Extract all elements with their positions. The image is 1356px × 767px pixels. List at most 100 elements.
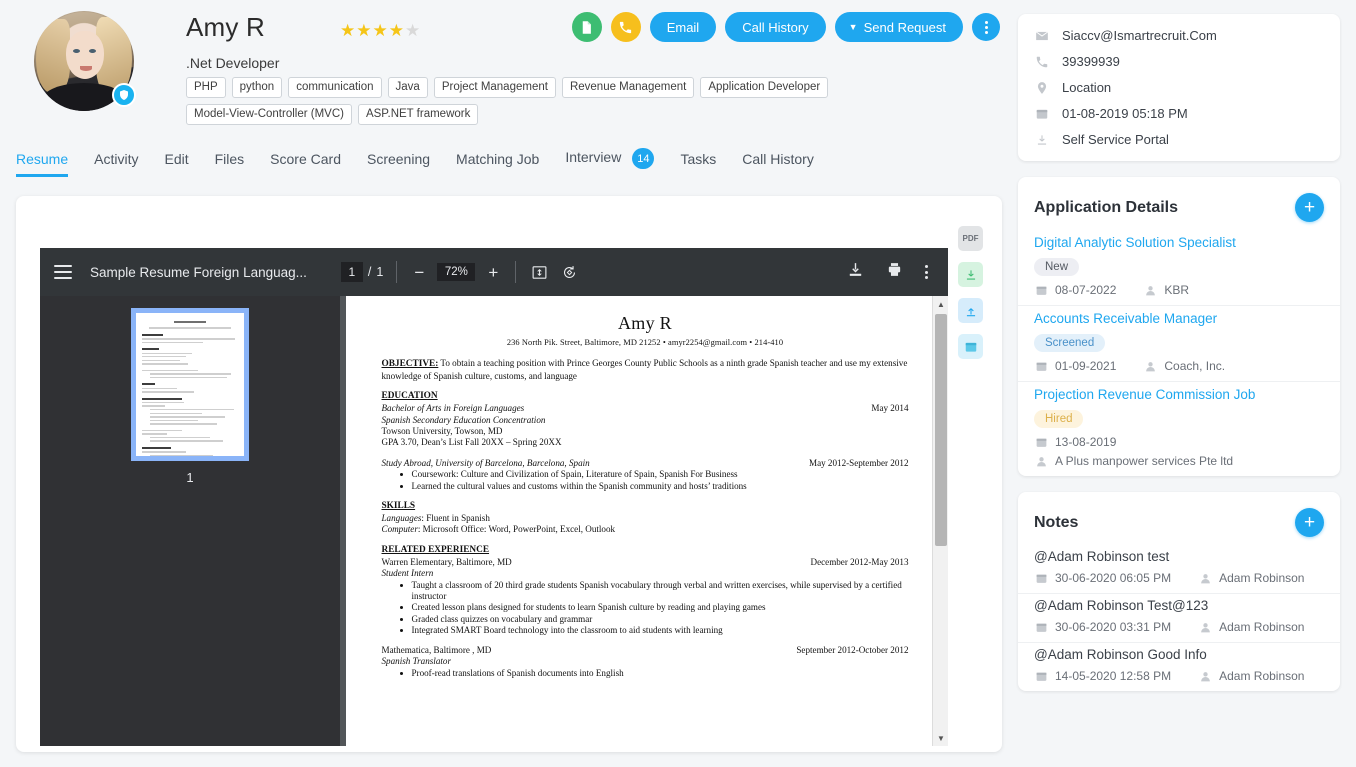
tab-resume[interactable]: Resume: [16, 151, 81, 177]
profile-header: Amy R ★ ★ ★ ★ ★ Email Call History ▼ Sen…: [0, 0, 1018, 142]
call-button[interactable]: [610, 12, 641, 42]
application-item: Accounts Receivable Manager Screened 01-…: [1018, 306, 1340, 382]
print-icon[interactable]: [886, 261, 903, 283]
contact-location-row[interactable]: Location: [1034, 80, 1324, 95]
skill-tag[interactable]: PHP: [186, 77, 226, 98]
status-badge: Screened: [1034, 334, 1106, 352]
note-item: @Adam Robinson Good Info 14-05-2020 12:5…: [1018, 643, 1340, 691]
exp1-org: Warren Elementary, Baltimore, MD: [381, 556, 512, 567]
fit-page-icon[interactable]: [529, 262, 549, 282]
download-icon[interactable]: [847, 261, 864, 283]
skill-tag[interactable]: Revenue Management: [561, 77, 695, 98]
send-request-button[interactable]: ▼ Send Request: [834, 12, 963, 42]
rating-stars[interactable]: ★ ★ ★ ★ ★: [340, 17, 420, 39]
tab-label: Screening: [366, 150, 431, 167]
scroll-up-icon[interactable]: ▲: [933, 296, 948, 312]
page-separator: /: [367, 265, 372, 279]
application-job-title[interactable]: Accounts Receivable Manager: [1034, 311, 1324, 326]
tab-tasks[interactable]: Tasks: [667, 151, 729, 177]
skill-tag[interactable]: Application Developer: [700, 77, 829, 98]
tab-files[interactable]: Files: [202, 151, 258, 177]
application-job-title[interactable]: Digital Analytic Solution Specialist: [1034, 235, 1324, 250]
pdf-viewer: Sample Resume Foreign Languag... / 1 − 7…: [40, 248, 948, 746]
upload-icon[interactable]: [958, 298, 983, 323]
add-note-button[interactable]: +: [1295, 508, 1324, 537]
note-meta: 30-06-2020 03:31 PM Adam Robinson: [1034, 620, 1324, 634]
application-job-title[interactable]: Projection Revenue Commission Job: [1034, 387, 1324, 402]
application-company-row: A Plus manpower services Pte ltd: [1034, 454, 1324, 468]
self-service-portal-label: Self Service Portal: [1062, 132, 1169, 147]
note-date: 14-05-2020 12:58 PM: [1055, 669, 1172, 683]
contact-email-row[interactable]: Siaccv@Ismartrecruit.Com: [1034, 28, 1324, 43]
zoom-level-value[interactable]: 72%: [437, 263, 476, 281]
pdf-vertical-scrollbar[interactable]: ▲ ▼: [932, 296, 948, 746]
star-2[interactable]: ★: [356, 22, 371, 39]
pdf-export-icon[interactable]: PDF: [958, 226, 983, 251]
contact-phone-row[interactable]: 39399939: [1034, 54, 1324, 69]
application-meta: 01-09-2021 Coach, Inc.: [1034, 359, 1324, 373]
tab-label: Call History: [742, 150, 814, 167]
tab-score-card[interactable]: Score Card: [257, 151, 354, 177]
pdf-page-scroll-area[interactable]: Amy R 236 North Pik. Street, Baltimore, …: [340, 296, 948, 746]
view-resume-button[interactable]: [571, 12, 602, 42]
application-date: 13-08-2019: [1055, 435, 1117, 449]
tab-edit[interactable]: Edit: [151, 151, 201, 177]
skill-tag[interactable]: Model-View-Controller (MVC): [186, 104, 352, 125]
email-button[interactable]: Email: [649, 12, 717, 42]
resume-skills: SKILLS Languages: Fluent in Spanish Comp…: [382, 501, 909, 536]
add-application-button[interactable]: +: [1295, 193, 1324, 222]
bullet: Coursework: Culture and Civilization of …: [412, 469, 909, 480]
calendar-icon: [1034, 283, 1048, 297]
note-meta: 14-05-2020 12:58 PM Adam Robinson: [1034, 669, 1324, 683]
note-item: @Adam Robinson test 30-06-2020 06:05 PM …: [1018, 545, 1340, 594]
pdf-export-label: PDF: [962, 234, 979, 243]
contact-email: Siaccv@Ismartrecruit.Com: [1062, 28, 1217, 43]
tab-matching-job[interactable]: Matching Job: [443, 151, 552, 177]
star-4[interactable]: ★: [389, 22, 404, 39]
page-navigation: / 1: [340, 262, 383, 282]
note-item: @Adam Robinson Test@123 30-06-2020 03:31…: [1018, 594, 1340, 643]
note-author: Adam Robinson: [1219, 620, 1305, 634]
notes-title: Notes: [1034, 513, 1079, 531]
skill-tag[interactable]: ASP.NET framework: [357, 104, 479, 125]
sidebar-toggle-icon[interactable]: [54, 265, 72, 279]
tab-call-history[interactable]: Call History: [729, 151, 827, 177]
self-service-portal-row[interactable]: Self Service Portal: [1034, 132, 1324, 147]
tab-label: Resume: [16, 150, 69, 167]
contact-card: Siaccv@Ismartrecruit.Com 39399939 Locati…: [1018, 14, 1340, 161]
pdf-more-options-icon[interactable]: [925, 265, 928, 279]
thumbnail-page-number: 1: [186, 470, 194, 485]
bullet: Created lesson plans designed for studen…: [412, 602, 909, 613]
pdf-page-thumbnail[interactable]: [131, 308, 249, 461]
download-icon[interactable]: [958, 262, 983, 287]
scroll-down-icon[interactable]: ▼: [933, 730, 948, 746]
rotate-icon[interactable]: [559, 262, 579, 282]
zoom-out-button[interactable]: −: [410, 263, 428, 281]
zoom-in-button[interactable]: +: [484, 263, 502, 281]
skill-tag[interactable]: communication: [288, 77, 382, 98]
star-3[interactable]: ★: [373, 22, 388, 39]
skill-tag[interactable]: Java: [387, 77, 428, 98]
status-badge: Hired: [1034, 410, 1084, 428]
star-5[interactable]: ★: [405, 22, 420, 39]
avatar[interactable]: [34, 11, 136, 111]
pdf-toolbar: Sample Resume Foreign Languag... / 1 − 7…: [40, 248, 948, 296]
tab-activity[interactable]: Activity: [81, 151, 151, 177]
tab-interview[interactable]: Interview 14: [552, 148, 667, 179]
candidate-job-title: .Net Developer: [186, 55, 280, 71]
skill-tag[interactable]: python: [231, 77, 283, 98]
more-options-icon[interactable]: [972, 13, 1000, 41]
skill-tag[interactable]: Project Management: [433, 77, 556, 98]
calendar-icon[interactable]: [958, 334, 983, 359]
page-number-input[interactable]: [340, 262, 363, 282]
calendar-icon: [1034, 359, 1048, 373]
exp1-role: Student Intern: [381, 568, 434, 579]
scrollbar-thumb[interactable]: [935, 314, 947, 546]
chevron-down-icon: ▼: [848, 22, 858, 32]
exp1-bullets: Taught a classroom of 20 third grade stu…: [412, 580, 909, 637]
abroad-date: May 2012-September 2012: [808, 457, 909, 468]
call-history-button[interactable]: Call History: [725, 12, 826, 42]
star-1[interactable]: ★: [340, 22, 355, 39]
tab-label: Files: [214, 150, 245, 167]
tab-screening[interactable]: Screening: [354, 151, 443, 177]
